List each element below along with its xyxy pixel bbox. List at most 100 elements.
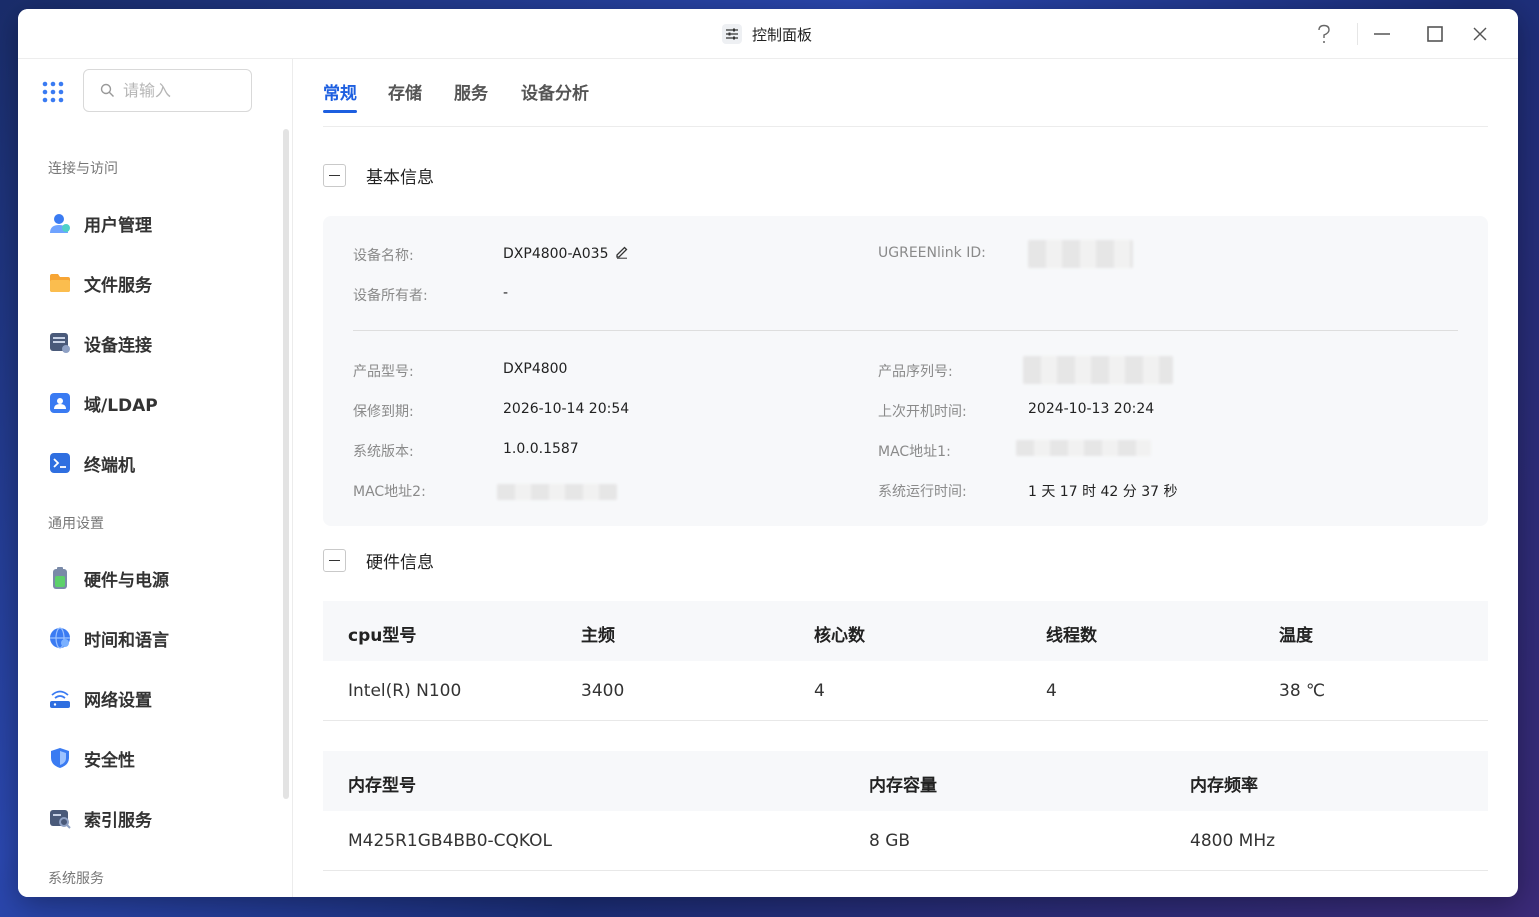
sidebar-item-file-service[interactable]: 文件服务 (48, 263, 273, 303)
owner-value: - (503, 285, 509, 301)
group-title-general: 通用设置 (48, 516, 104, 532)
ugreenlink-id-blurred (1028, 240, 1133, 268)
folder-icon (48, 271, 72, 295)
sidebar-item-label: 终端机 (84, 455, 135, 476)
cpu-frequency-header: 主频 (581, 626, 615, 646)
cpu-temperature-header: 温度 (1279, 626, 1313, 646)
sidebar-item-user-management[interactable]: 用户管理 (48, 203, 273, 243)
minimize-icon (1374, 33, 1390, 35)
sidebar-item-label: 时间和语言 (84, 630, 169, 651)
serial-label: 产品序列号: (878, 364, 953, 380)
group-title-system-services: 系统服务 (48, 871, 104, 887)
mac1-label: MAC地址1: (878, 444, 951, 460)
globe-icon (48, 626, 72, 650)
shield-icon (48, 746, 72, 770)
sidebar-item-label: 文件服务 (84, 275, 152, 296)
owner-label: 设备所有者: (353, 288, 428, 304)
tab-device-analysis[interactable]: 设备分析 (521, 79, 589, 104)
cpu-table-header: cpu型号 主频 核心数 线程数 温度 (323, 601, 1488, 661)
sidebar-item-index-service[interactable]: 索引服务 (48, 798, 273, 838)
sidebar-item-label: 设备连接 (84, 335, 152, 356)
hardware-info-header: 硬件信息 (323, 548, 434, 573)
help-icon (1318, 24, 1330, 43)
mac2-label: MAC地址2: (353, 484, 426, 500)
sidebar-item-network[interactable]: 网络设置 (48, 678, 273, 718)
sidebar-item-time-language[interactable]: 时间和语言 (48, 618, 273, 658)
close-icon (1473, 27, 1487, 41)
search-icon (100, 83, 114, 97)
help-button[interactable] (1311, 21, 1337, 47)
sidebar-item-ldap[interactable]: 域/LDAP (48, 383, 273, 423)
edit-device-name-button[interactable] (615, 245, 629, 263)
model-value: DXP4800 (503, 361, 568, 377)
mac2-blurred (497, 484, 617, 500)
os-version-label: 系统版本: (353, 444, 414, 460)
memory-frequency-header: 内存频率 (1190, 776, 1258, 796)
sidebar-scrollbar[interactable] (283, 129, 289, 799)
close-button[interactable] (1467, 21, 1493, 47)
sidebar-item-label: 用户管理 (84, 215, 152, 236)
basic-info-card: 设备名称: DXP4800-A035 UGREENlink ID: 设备所有者:… (323, 216, 1488, 526)
pencil-icon (615, 246, 627, 259)
mac1-blurred (1016, 440, 1151, 456)
cpu-threads-header: 线程数 (1046, 626, 1097, 646)
last-boot-value: 2024-10-13 20:24 (1028, 401, 1155, 417)
app-grid-icon (42, 81, 64, 103)
model-label: 产品型号: (353, 364, 414, 380)
active-tab-indicator (323, 110, 357, 113)
sidebar-item-security[interactable]: 安全性 (48, 738, 273, 778)
memory-capacity-header: 内存容量 (869, 776, 937, 796)
sidebar-item-device-connection[interactable]: 设备连接 (48, 323, 273, 363)
search-box[interactable] (83, 69, 252, 112)
search-input[interactable] (123, 81, 233, 100)
tab-storage[interactable]: 存储 (388, 79, 422, 104)
maximize-button[interactable] (1422, 21, 1448, 47)
sidebar-item-label: 索引服务 (84, 810, 152, 831)
network-icon (48, 686, 72, 710)
tab-services[interactable]: 服务 (454, 79, 488, 104)
memory-table-header: 内存型号 内存容量 内存频率 (323, 751, 1488, 811)
sidebar-item-hardware-power[interactable]: 硬件与电源 (48, 558, 273, 598)
terminal-icon (48, 451, 72, 475)
battery-icon (48, 566, 72, 590)
cpu-cores-cell: 4 (814, 681, 825, 701)
control-panel-window: 控制面板 请输入 连接与访问 用户管理 文件服务 设备连接 域/LDAP 终端机… (18, 9, 1518, 897)
basic-info-title: 基本信息 (366, 168, 434, 188)
warranty-label: 保修到期: (353, 404, 414, 420)
uptime-value: 1 天 17 时 42 分 37 秒 (1028, 484, 1178, 500)
control-panel-icon (722, 24, 742, 44)
sidebar-item-label: 安全性 (84, 750, 135, 771)
memory-capacity-cell: 8 GB (869, 831, 911, 851)
sidebar-item-terminal[interactable]: 终端机 (48, 443, 273, 483)
cpu-cores-header: 核心数 (814, 626, 865, 646)
tab-general[interactable]: 常规 (323, 79, 357, 104)
cpu-model-cell: Intel(R) N100 (348, 681, 462, 701)
memory-model-cell: M425R1GB4BB0-CQKOL (348, 831, 552, 851)
device-name-value: DXP4800-A035 (503, 246, 609, 262)
memory-model-header: 内存型号 (348, 776, 416, 796)
index-icon (48, 806, 72, 830)
app-grid-button[interactable] (42, 81, 64, 103)
minimize-button[interactable] (1369, 21, 1395, 47)
sidebar: 连接与访问 用户管理 文件服务 (18, 59, 293, 897)
device-name-value-group: DXP4800-A035 (503, 245, 629, 263)
basic-info-header: 基本信息 (323, 163, 434, 188)
basic-info-collapse-button[interactable] (323, 164, 346, 187)
hardware-info-collapse-button[interactable] (323, 549, 346, 572)
cpu-temperature-cell: 38 ℃ (1279, 681, 1326, 701)
sidebar-item-label: 域/LDAP (84, 395, 158, 416)
device-name-label: 设备名称: (353, 248, 414, 264)
main-content: 常规 存储 服务 设备分析 基本信息 设备名称: DXP4800-A035 UG… (294, 59, 1518, 897)
ugreenlink-id-label: UGREENlink ID: (878, 245, 986, 261)
table-row: M425R1GB4BB0-CQKOL 8 GB 4800 MHz (323, 811, 1488, 871)
user-management-icon (48, 211, 72, 235)
hardware-info-title: 硬件信息 (366, 553, 434, 573)
uptime-label: 系统运行时间: (878, 484, 967, 500)
group-title-connection: 连接与访问 (48, 161, 118, 177)
serial-blurred (1023, 356, 1173, 384)
device-connect-icon (48, 331, 72, 355)
window-title-group: 控制面板 (722, 23, 812, 45)
warranty-value: 2026-10-14 20:54 (503, 401, 630, 417)
ldap-icon (48, 391, 72, 415)
maximize-icon (1427, 26, 1443, 42)
